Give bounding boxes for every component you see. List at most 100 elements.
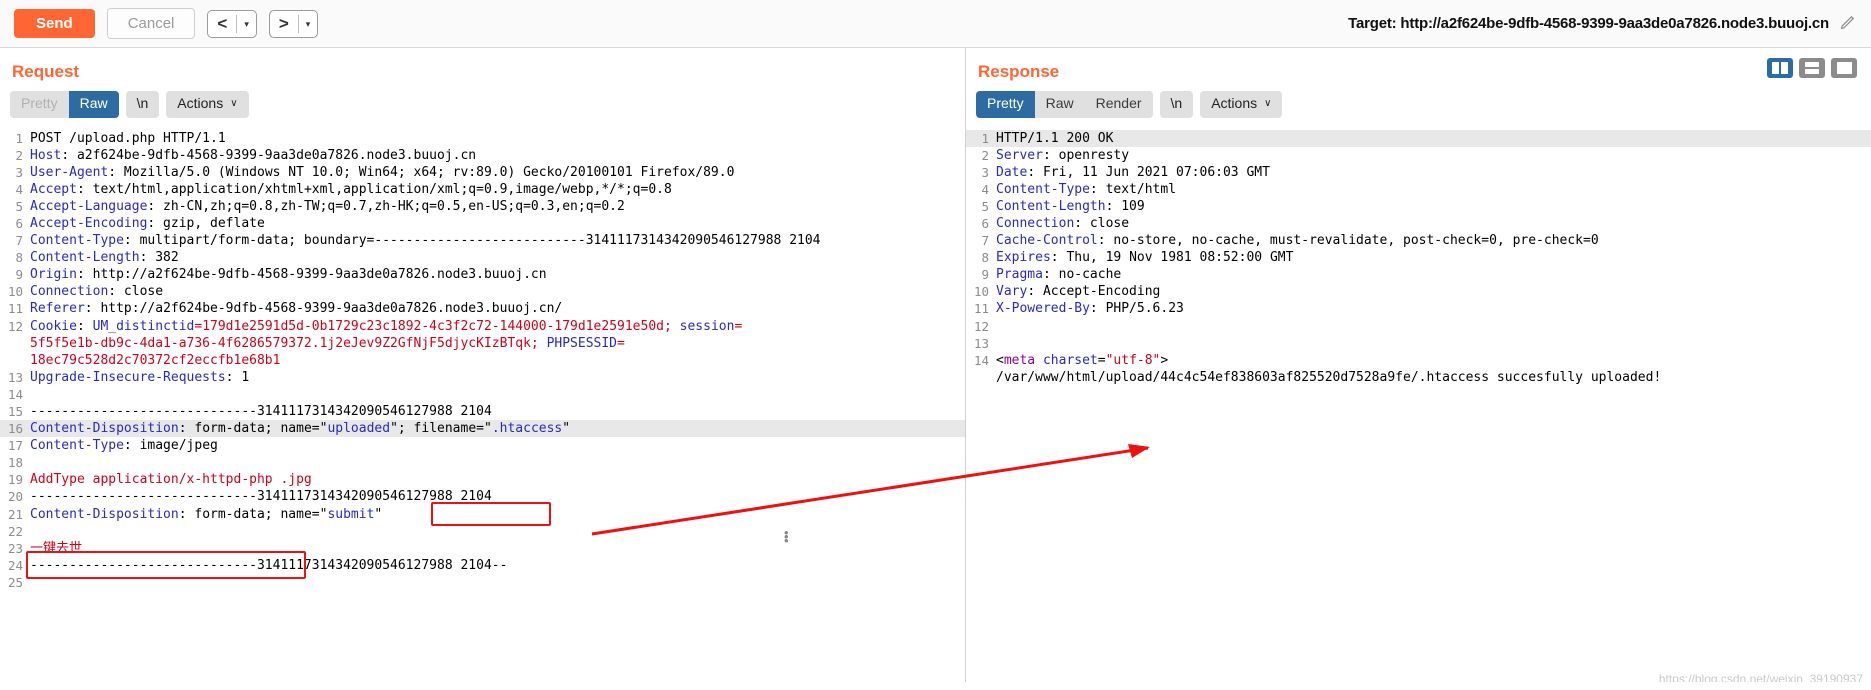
line-number: 1 [981, 130, 989, 146]
line-text: Content-Disposition: form-data; name="up… [30, 420, 965, 438]
chevron-down-icon[interactable]: ▾ [237, 11, 256, 37]
prev-request-button[interactable]: < ▾ [207, 9, 257, 38]
line-text: Connection: close [30, 283, 965, 300]
tab-response-render[interactable]: Render [1084, 91, 1153, 118]
line-text: Origin: http://a2f624be-9dfb-4568-9399-9… [30, 266, 965, 283]
chevron-down-icon[interactable]: ▾ [299, 11, 318, 37]
code-line: 17 Content-Type: image/jpeg [0, 437, 965, 454]
response-actions-label: Actions [1211, 95, 1258, 111]
line-number: 12 [973, 318, 989, 334]
code-token: uploaded [327, 421, 391, 437]
code-token: =179d1e2591d5d-0b1729c23c1892-4c3f2c72-1… [194, 318, 680, 334]
code-token: : close [1074, 215, 1130, 231]
layout-single-pane-icon[interactable] [1831, 58, 1857, 78]
response-actions-menu[interactable]: Actions ∨ [1200, 91, 1283, 118]
next-request-button[interactable]: > ▾ [268, 9, 319, 38]
line-number: 3 [15, 164, 23, 180]
tab-response-pretty[interactable]: Pretty [976, 91, 1035, 118]
request-actions-menu[interactable]: Actions ∨ [166, 91, 249, 118]
line-number: 25 [7, 574, 23, 590]
code-token: : Mozilla/5.0 (Windows NT 10.0; Win64; x… [108, 164, 735, 180]
code-line: 13 [966, 335, 1871, 352]
request-view-tabs: Pretty Raw [10, 91, 119, 118]
code-token: Content-Type [30, 438, 124, 454]
request-gutter-menu-icon[interactable]: • • • [784, 526, 789, 547]
tab-request-raw[interactable]: Raw [68, 91, 119, 118]
code-token: Vary [996, 284, 1028, 300]
code-token: charset [1042, 352, 1098, 368]
cancel-button[interactable]: Cancel [106, 8, 196, 39]
code-token: Accept [30, 181, 77, 197]
code-token: : multipart/form-data; boundary=--------… [123, 233, 821, 249]
line-number: 14 [973, 352, 989, 368]
code-line: 8 Expires: Thu, 19 Nov 1981 08:52:00 GMT [966, 249, 1871, 266]
code-line: 1 POST /upload.php HTTP/1.1 [0, 130, 965, 147]
line-number: 10 [7, 284, 23, 300]
line-number: 11 [7, 301, 23, 317]
code-line: 9 Origin: http://a2f624be-9dfb-4568-9399-… [0, 266, 965, 283]
response-code-editor[interactable]: 1 HTTP/1.1 200 OK 2 Server: openresty 3 Date:… [966, 129, 1871, 386]
code-token: X-Powered-By [996, 301, 1090, 317]
line-number: 8 [981, 250, 989, 266]
scroll-corner [0, 682, 1871, 690]
pencil-icon[interactable] [1839, 12, 1857, 35]
code-token: : form-data; name=" [178, 506, 328, 522]
line-number: 1 [15, 130, 23, 146]
line-text: Content-Type: text/html [996, 181, 1871, 198]
tab-response-raw[interactable]: Raw [1034, 91, 1085, 118]
code-token: Content-Disposition [30, 506, 179, 522]
code-token: HTTP/1.1 200 OK [996, 130, 1114, 146]
chevron-down-icon: ∨ [1264, 97, 1272, 109]
layout-horizontal-split-icon[interactable] [1799, 58, 1825, 78]
chevron-right-icon: > [278, 13, 289, 33]
code-line: 4 Content-Type: text/html [966, 181, 1871, 198]
layout-vertical-split-icon[interactable] [1767, 58, 1793, 78]
code-token: : PHP/5.6.23 [1089, 301, 1184, 317]
line-number: 20 [7, 489, 23, 505]
send-button[interactable]: Send [14, 9, 95, 38]
line-text: 一键去世 [30, 540, 965, 557]
line-number: 6 [15, 215, 23, 231]
line-text: Upgrade-Insecure-Requests: 1 [30, 369, 965, 386]
code-line: 3 Date: Fri, 11 Jun 2021 07:06:03 GMT [966, 164, 1871, 181]
line-text: AddType application/x-httpd-php .jpg [30, 471, 965, 488]
line-number: 24 [7, 557, 23, 573]
response-view-tabs: Pretty Raw Render [976, 91, 1153, 118]
response-tabbar: Pretty Raw Render \n Actions ∨ [966, 82, 1871, 126]
line-number: 4 [981, 181, 989, 197]
burp-repeater-window: Send Cancel < ▾ > ▾ Target: http://a2f62… [0, 0, 1871, 690]
code-line: 2 Host: a2f624be-9dfb-4568-9399-9aa3de0a7… [0, 147, 965, 164]
tab-request-newline[interactable]: \n [125, 91, 160, 118]
code-token: 18ec79c528d2c70372cf2eccfb1e68b1 [30, 352, 281, 368]
code-line: 14 [0, 386, 965, 403]
tab-response-newline[interactable]: \n [1159, 91, 1194, 118]
code-token: AddType application/x-httpd-php .jpg [30, 472, 312, 488]
code-token: Cache-Control [996, 233, 1098, 249]
code-token: : close [108, 284, 164, 300]
line-number: 21 [7, 506, 23, 522]
code-token: : image/jpeg [123, 438, 218, 454]
code-token: Server [996, 147, 1043, 163]
code-token: : http://a2f624be-9dfb-4568-9399-9aa3de0… [84, 301, 563, 317]
line-number: 7 [15, 233, 23, 249]
code-token: : text/html [1089, 181, 1177, 197]
code-token: > [1160, 352, 1169, 368]
line-number: 7 [981, 233, 989, 249]
chevron-left-icon: < [217, 13, 228, 33]
request-actions-label: Actions [177, 95, 224, 111]
code-line: 7 Cache-Control: no-store, no-cache, must… [966, 232, 1871, 249]
line-text: Server: openresty [996, 147, 1871, 164]
tab-request-pretty[interactable]: Pretty [10, 91, 69, 118]
code-token: "; filename=" [390, 421, 492, 437]
request-code-editor[interactable]: 1 POST /upload.php HTTP/1.1 2 Host: a2f624b… [0, 130, 965, 592]
code-token: 一键去世 [30, 540, 83, 556]
line-number: 10 [973, 284, 989, 300]
code-token: : openresty [1042, 147, 1130, 163]
line-text: Content-Length: 382 [30, 249, 965, 266]
code-line: 5 Accept-Language: zh-CN,zh;q=0.8,zh-TW;q… [0, 198, 965, 215]
line-text: Content-Type: image/jpeg [30, 437, 965, 454]
code-line: 11 Referer: http://a2f624be-9dfb-4568-939… [0, 300, 965, 317]
code-token: : 1 [225, 369, 250, 385]
line-number: 15 [7, 404, 23, 419]
line-number: 6 [981, 215, 989, 231]
